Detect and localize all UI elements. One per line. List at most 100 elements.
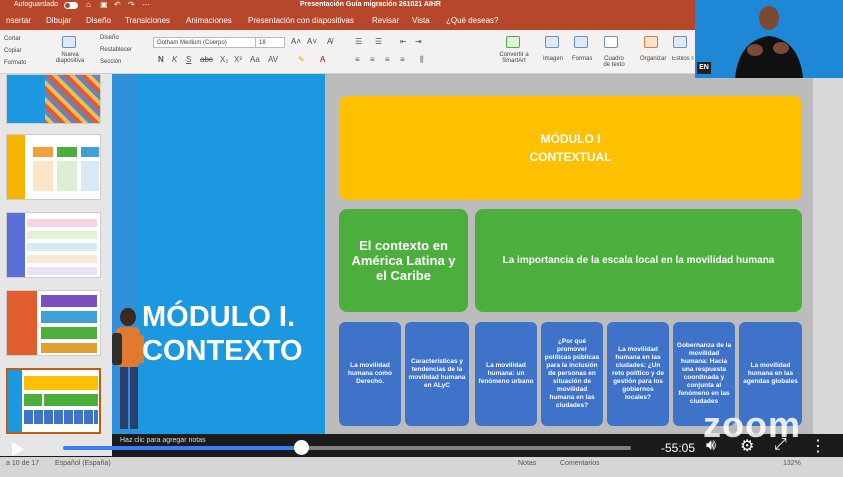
language-badge: EN [697, 62, 711, 74]
align-right-icon[interactable]: ≡ [385, 55, 390, 64]
play-button[interactable] [12, 442, 24, 456]
subtopic-text-5: La movilidad humana en las ciudades: ¿Un… [611, 346, 664, 401]
subtopic-text-2: Características y tendencias de la movil… [408, 358, 466, 389]
slide-thumbnails-panel[interactable] [0, 74, 112, 456]
columns-icon[interactable]: ⫼ [420, 55, 424, 65]
shapes-icon[interactable] [574, 36, 588, 48]
strikethrough-icon[interactable]: abc [200, 55, 213, 64]
bold-icon[interactable]: N [158, 55, 164, 64]
arrange-icon[interactable] [644, 36, 658, 48]
superscript-icon[interactable]: X² [234, 55, 242, 64]
numbering-icon[interactable]: ☰ [375, 37, 382, 46]
slide-blue-panel [137, 74, 325, 434]
topic-box-latam[interactable]: El contexto en América Latina y el Carib… [339, 209, 468, 312]
layout-button[interactable]: Diseño [100, 35, 119, 41]
autosave-label: Autoguardado [14, 1, 58, 8]
new-slide-button[interactable]: Nueva diapositiva [54, 52, 86, 64]
cut-button[interactable]: Cortar [4, 36, 21, 42]
autosave-toggle[interactable] [64, 2, 78, 9]
section-button[interactable]: Sección [100, 59, 121, 65]
highlight-icon[interactable]: ✎ [298, 55, 305, 64]
notes-toggle[interactable]: Notas [518, 460, 536, 467]
textbox-icon[interactable] [604, 36, 618, 48]
underline-icon[interactable]: S [186, 55, 191, 64]
interpreter-figure [735, 6, 803, 78]
slide-thumbnail-8[interactable] [6, 212, 101, 278]
subtopic-box-4[interactable]: ¿Por qué promover políticas públicas par… [541, 322, 603, 426]
font-size-select[interactable]: 18 [255, 37, 285, 48]
topic-box-latam-text: El contexto en América Latina y el Carib… [351, 238, 456, 283]
copy-button[interactable]: Copiar [4, 48, 22, 54]
new-slide-icon[interactable] [62, 36, 76, 48]
subscript-icon[interactable]: X₂ [220, 55, 228, 64]
subtopic-text-3: La movilidad humana: un fenómeno urbano [478, 362, 534, 385]
grow-font-icon[interactable]: A˄ [291, 37, 301, 46]
font-color-icon[interactable]: A [320, 55, 325, 64]
language-indicator[interactable]: Español (España) [55, 460, 111, 467]
shapes-button[interactable]: Formas [572, 56, 592, 62]
interpreter-video [695, 0, 843, 78]
subtopic-box-2[interactable]: Características y tendencias de la movil… [405, 322, 469, 426]
italic-icon[interactable]: K [172, 55, 177, 64]
image-button[interactable]: Imagen [543, 56, 563, 62]
save-icon[interactable]: ▣ [100, 0, 108, 9]
home-icon[interactable]: ⌂ [86, 0, 91, 9]
undo-icon[interactable]: ↶ [114, 0, 121, 9]
reset-button[interactable]: Restablecer [100, 47, 132, 53]
volume-icon[interactable]: 🔊︎ [706, 437, 716, 455]
slide-thumbnail-7[interactable] [6, 134, 101, 200]
more-icon[interactable]: ⋯ [142, 0, 150, 9]
subtopic-box-1[interactable]: La movilidad humana como Derecho. [339, 322, 401, 426]
seek-handle[interactable] [294, 440, 309, 455]
subtopic-box-5[interactable]: La movilidad humana en las ciudades: ¿Un… [607, 322, 669, 426]
topic-box-local-scale[interactable]: La importancia de la escala local en la … [475, 209, 802, 312]
subtopic-box-3[interactable]: La movilidad humana: un fenómeno urbano [475, 322, 537, 426]
image-icon[interactable] [545, 36, 559, 48]
arrange-button[interactable]: Organizar [640, 56, 666, 62]
comments-toggle[interactable]: Comentarios [560, 460, 600, 467]
tell-me-search[interactable]: ¿Qué deseas? [446, 16, 498, 25]
zoom-level[interactable]: 132% [783, 460, 801, 467]
char-spacing-icon[interactable]: AV [268, 55, 278, 64]
tab-diseno[interactable]: Diseño [86, 16, 111, 25]
shrink-font-icon[interactable]: A˅ [307, 37, 317, 46]
justify-icon[interactable]: ≡ [400, 55, 405, 64]
textbox-button[interactable]: Cuadro de texto [600, 56, 628, 68]
tab-transiciones[interactable]: Transiciones [125, 16, 170, 25]
tab-presentacion[interactable]: Presentación con diapositivas [248, 16, 354, 25]
tab-insertar[interactable]: nsertar [6, 16, 31, 25]
fullscreen-icon[interactable]: ⤢ [774, 436, 787, 454]
more-options-icon[interactable]: ⋮ [810, 436, 826, 456]
notes-placeholder[interactable]: Haz clic para agregar notas [120, 437, 206, 444]
redo-icon[interactable]: ↷ [128, 0, 135, 9]
convert-smartart-button[interactable]: Convertir a SmartArt [494, 52, 534, 64]
tab-dibujar[interactable]: Dibujar [46, 16, 71, 25]
tab-revisar[interactable]: Revisar [372, 16, 399, 25]
indent-icon[interactable]: ⇤ [400, 37, 407, 46]
gear-icon[interactable]: ⚙ [740, 436, 754, 456]
document-title: Presentación Guía migración 261021 AIHR [300, 1, 441, 8]
align-center-icon[interactable]: ≡ [370, 55, 375, 64]
slide-counter: a 10 de 17 [6, 460, 40, 467]
tab-vista[interactable]: Vista [412, 16, 430, 25]
slide-thumbnail-10-selected[interactable] [6, 368, 101, 434]
seek-bar-progress [63, 446, 302, 450]
case-icon[interactable]: Aa [250, 55, 260, 64]
slide-thumbnail-6[interactable] [6, 74, 101, 124]
slide-thumbnail-9[interactable] [6, 290, 101, 356]
subtopic-text-1: La movilidad humana como Derecho. [347, 362, 393, 385]
quick-styles-button[interactable]: Estilos rápidos [672, 56, 694, 62]
quick-styles-icon[interactable] [673, 36, 687, 48]
format-painter-button[interactable]: Formato [4, 60, 26, 66]
module-header-box[interactable]: MÓDULO I CONTEXTUAL [339, 96, 802, 200]
clear-format-icon[interactable]: A̸ [327, 37, 332, 46]
smartart-icon[interactable] [506, 36, 520, 48]
module-header-text: MÓDULO I CONTEXTUAL [529, 132, 612, 164]
align-left-icon[interactable]: ≡ [355, 55, 360, 64]
bullets-icon[interactable]: ☰ [355, 37, 362, 46]
tab-animaciones[interactable]: Animaciones [186, 16, 232, 25]
outdent-icon[interactable]: ⇥ [415, 37, 422, 46]
seek-bar[interactable] [63, 446, 631, 450]
subtopic-text-4: ¿Por qué promover políticas públicas par… [544, 338, 600, 409]
subtopic-text-6: Gobernanza de la movilidad humana: Hacia… [676, 342, 732, 405]
